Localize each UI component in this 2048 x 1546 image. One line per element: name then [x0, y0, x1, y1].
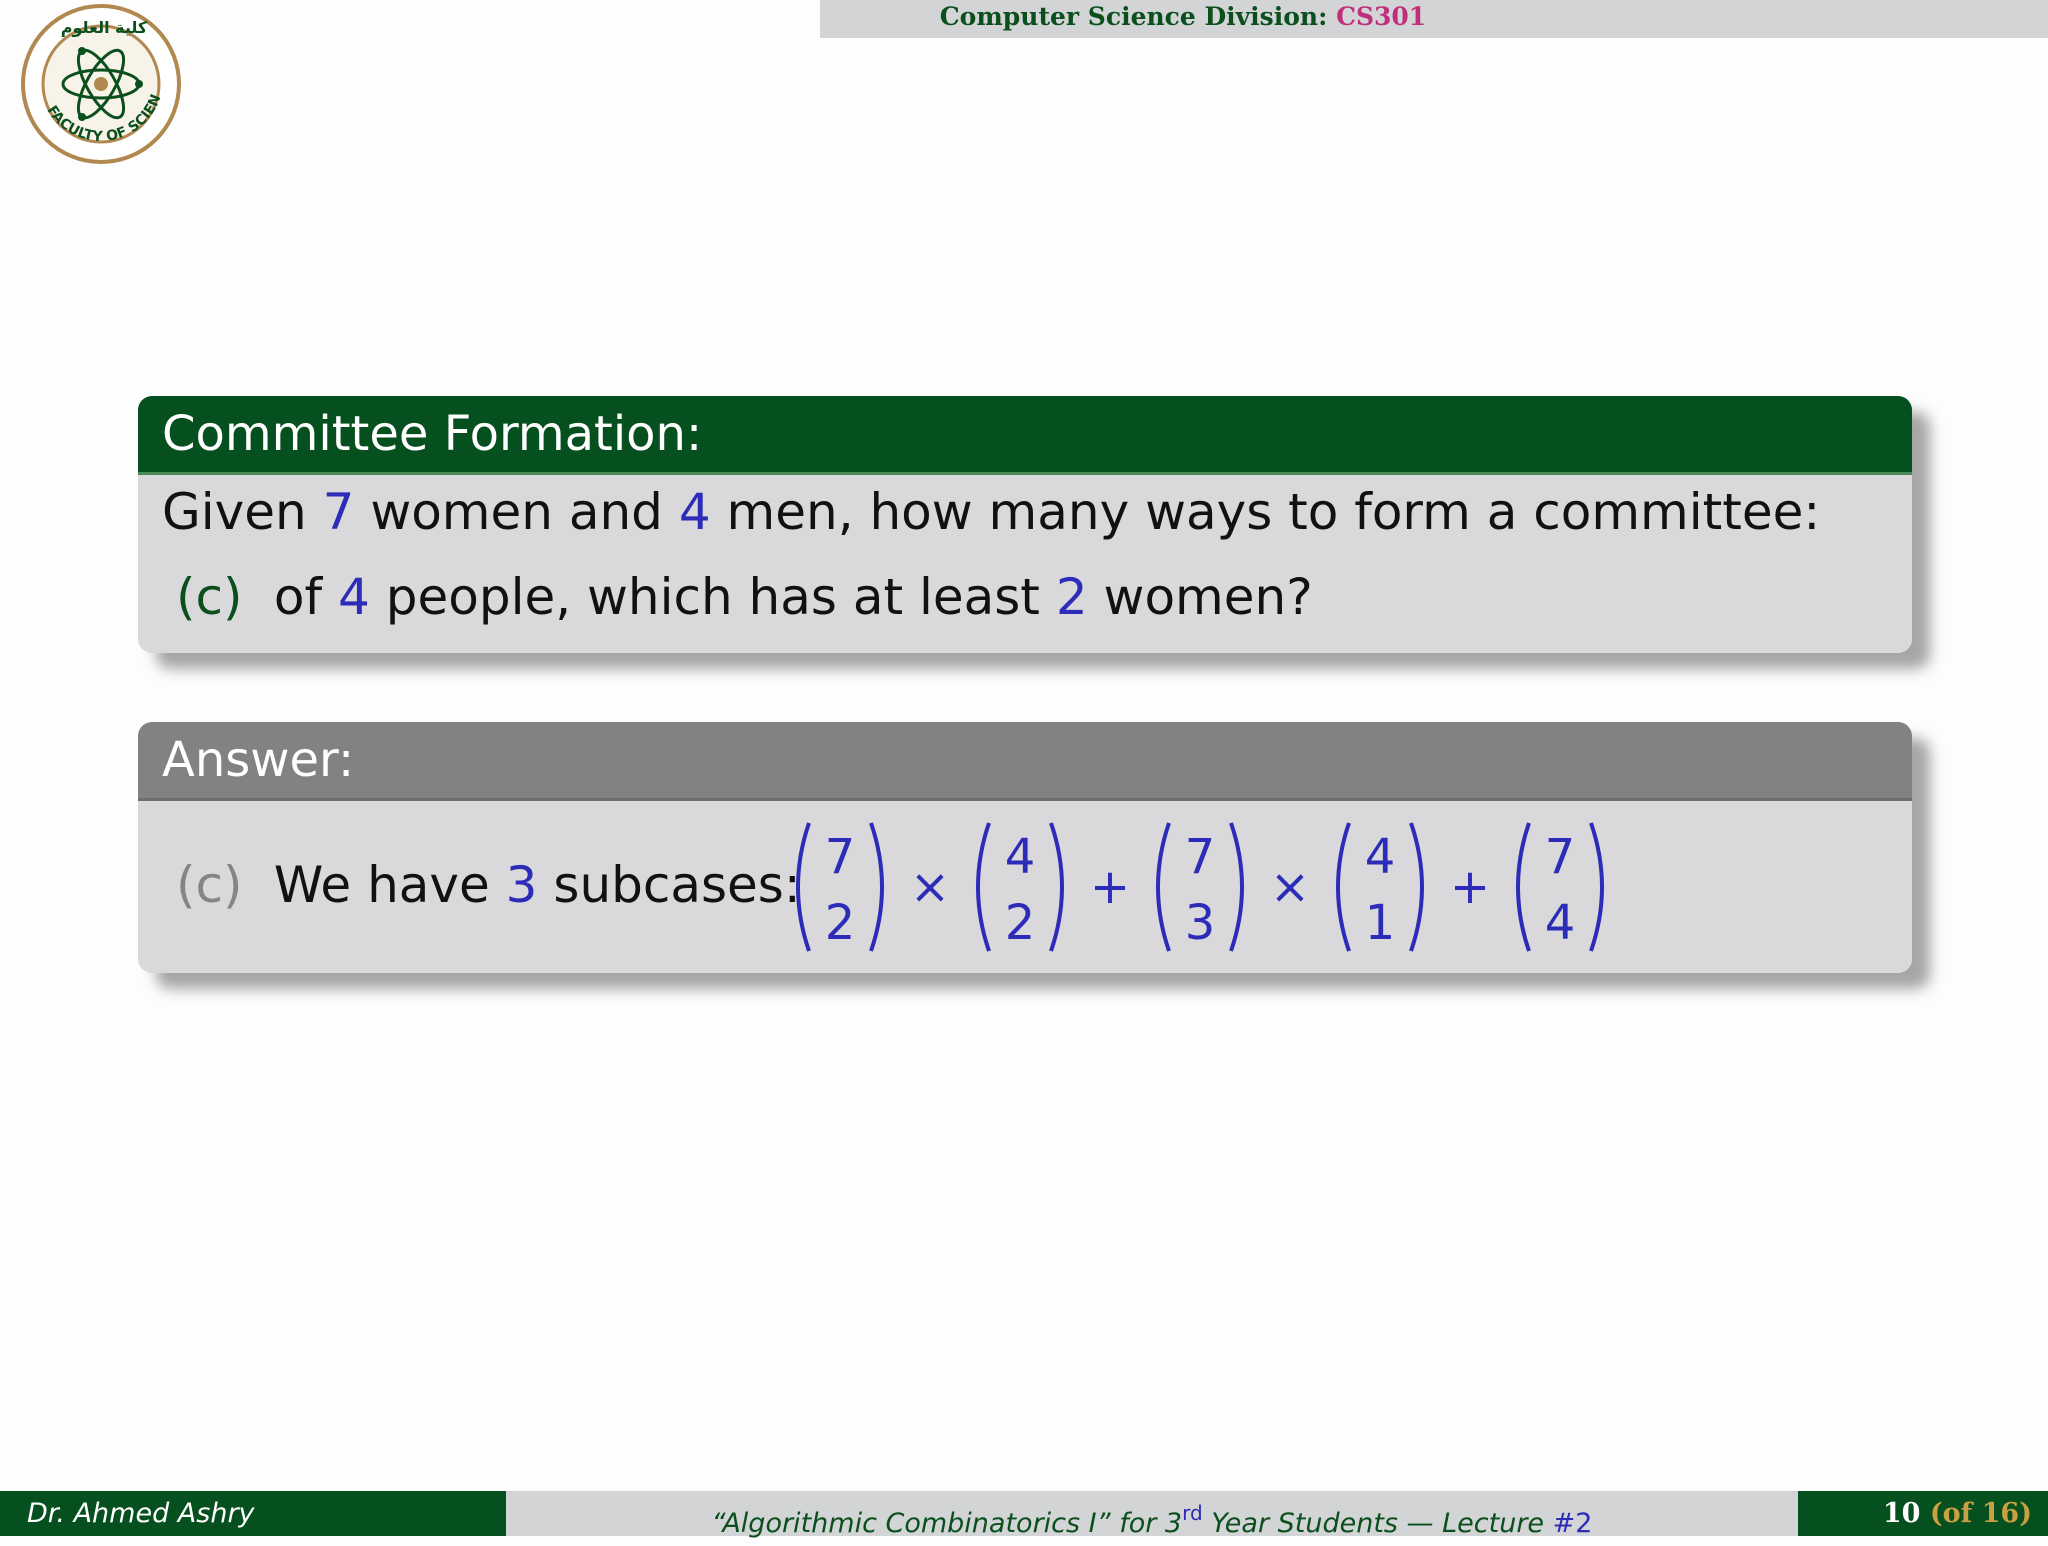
text: of [273, 568, 323, 626]
footer-lecture-number: #2 [1552, 1508, 1593, 1539]
footer-course-title: “Algorithmic Combinatorics I” for 3 [711, 1508, 1183, 1539]
right-paren [1229, 822, 1244, 952]
item-label: (c) [176, 568, 243, 626]
header-course-code: CS301 [1336, 2, 1427, 31]
answer-item-c: (c) We have 3 subcases: [162, 856, 801, 914]
text: men, how many ways to form a committee: [726, 483, 1821, 541]
header-bar: Computer Science Division: CS301 [820, 0, 2048, 38]
number: 3 [505, 856, 538, 914]
text: people, which has at least [385, 568, 1040, 626]
logo-arabic-text: كلية العلوم [61, 18, 148, 37]
binomial-bottom: 2 [825, 895, 856, 951]
item-label: (c) [176, 856, 243, 914]
footer-page-number: 10 (of 16) [1798, 1491, 2048, 1536]
binomial-bottom: 3 [1185, 895, 1216, 951]
left-paren [796, 822, 811, 952]
footer-author: Dr. Ahmed Ashry [0, 1491, 506, 1536]
problem-block: Committee Formation: Given 7 women and 4… [138, 396, 1912, 653]
problem-line: Given 7 women and 4 men, how many ways t… [162, 483, 1820, 541]
binomial-bottom: 4 [1545, 895, 1576, 951]
binomial-top: 7 [1185, 829, 1216, 885]
footer-course: “Algorithmic Combinatorics I” for 3rd Ye… [506, 1491, 1798, 1539]
binomial-bottom: 2 [1005, 895, 1036, 951]
right-paren [869, 822, 884, 952]
number: 4 [338, 568, 370, 626]
text: subcases: [553, 856, 801, 914]
page-total: (of 16) [1929, 1498, 2032, 1529]
header-title: Computer Science Division: CS301 [883, 2, 1483, 31]
page-current: 10 [1882, 1498, 1921, 1529]
operator: × [910, 859, 950, 915]
left-paren [1156, 822, 1171, 952]
footer-superscript: rd [1182, 1501, 1203, 1525]
number: 2 [1055, 568, 1088, 626]
text: Given [162, 483, 307, 541]
left-paren [1516, 822, 1531, 952]
right-paren [1409, 822, 1424, 952]
number: 7 [322, 483, 355, 541]
problem-item-c: (c) of 4 people, which has at least 2 wo… [162, 568, 1313, 626]
answer-title: Answer: [138, 722, 1912, 801]
answer-block: Answer: (c) We have 3 subcases: 7 2 × 4 2 +7 3… [138, 722, 1912, 973]
footer-course-rest: Year Students — Lecture [1202, 1508, 1553, 1539]
binomial-formula: 7 2 × 4 2 +7 3 × 4 1 +7 4 [796, 822, 1604, 952]
answer-body: (c) We have 3 subcases: 7 2 × 4 2 +7 3 × 4 1 +7 4 [138, 801, 1912, 973]
binomial-top: 7 [1545, 829, 1576, 885]
right-paren [1589, 822, 1604, 952]
faculty-of-science-logo: FACULTY OF SCIENCE كلية العلوم [20, 3, 181, 164]
left-paren [976, 822, 991, 952]
binomial-top: 7 [825, 829, 856, 885]
text: women and [370, 483, 663, 541]
text: We have [273, 856, 490, 914]
binomial-bottom: 1 [1365, 895, 1396, 951]
right-paren [1049, 822, 1064, 952]
left-paren [1336, 822, 1351, 952]
problem-body: Given 7 women and 4 men, how many ways t… [138, 475, 1912, 653]
operator: + [1090, 859, 1130, 915]
binomial-top: 4 [1365, 829, 1396, 885]
number: 4 [678, 483, 711, 541]
footer-bar: Dr. Ahmed Ashry “Algorithmic Combinatori… [0, 1491, 2048, 1539]
header-division: Computer Science Division: [939, 2, 1328, 31]
binomial-top: 4 [1005, 829, 1036, 885]
operator: × [1270, 859, 1310, 915]
operator: + [1450, 859, 1490, 915]
problem-title: Committee Formation: [138, 396, 1912, 475]
text: women? [1103, 568, 1313, 626]
